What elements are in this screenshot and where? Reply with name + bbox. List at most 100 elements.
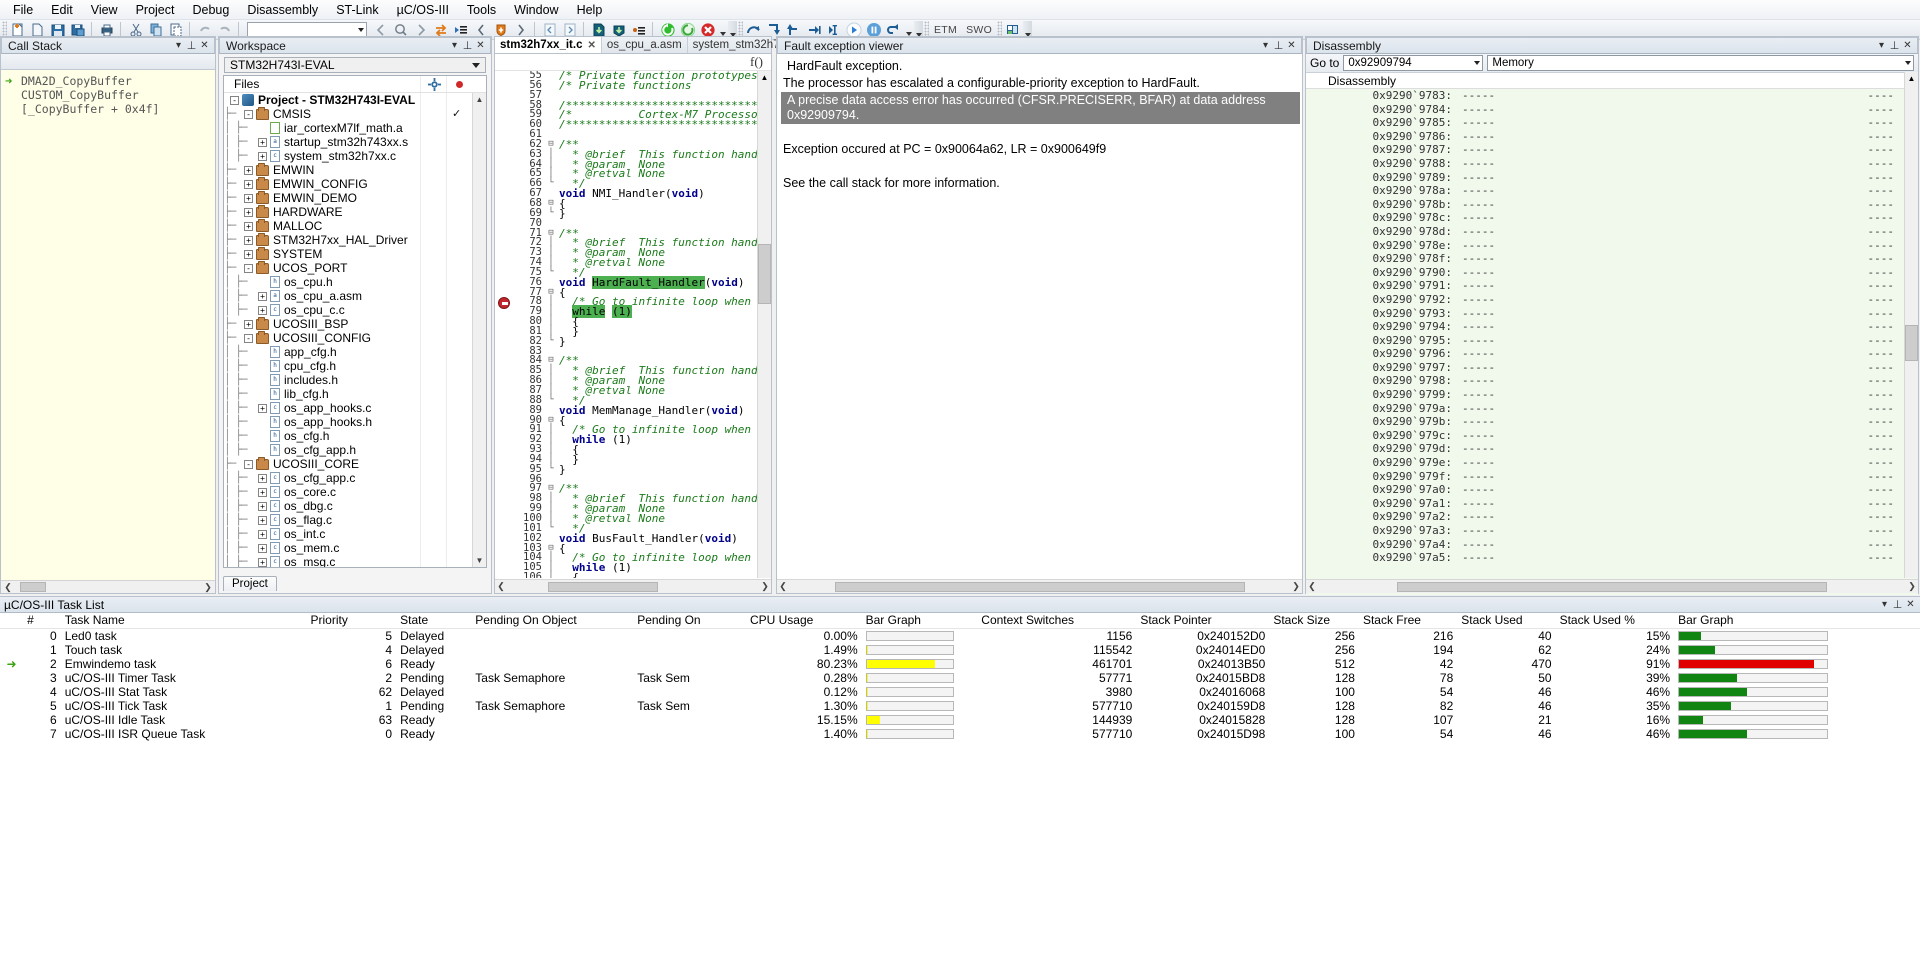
memory-zone-select[interactable]: Memory: [1487, 55, 1914, 71]
collapse-toggle-icon[interactable]: -: [244, 333, 253, 343]
disassembly-row[interactable]: 0x9290`978b: ----- ----: [1306, 198, 1918, 212]
fault-viewer-messages[interactable]: HardFault exception. The processor has es…: [777, 54, 1302, 192]
expand-toggle-icon[interactable]: +: [258, 403, 267, 413]
tree-item[interactable]: ├─ + SYSTEM: [224, 246, 472, 261]
task-row[interactable]: 0 Led0 task 5 Delayed 0.00% 1156 0x240152D0 256…: [0, 628, 1920, 643]
panel-menu-icon[interactable]: ▾: [172, 39, 185, 52]
workspace-vscrollbar[interactable]: ▲ ▼: [472, 93, 486, 567]
gear-icon[interactable]: [428, 78, 441, 94]
tree-item[interactable]: ├─ - UCOSIII_CONFIG: [224, 330, 472, 345]
go-to-function-button[interactable]: f(): [750, 54, 763, 70]
scroll-left-icon[interactable]: ❮: [2, 582, 14, 593]
panel-menu-icon[interactable]: ▾: [1878, 598, 1891, 611]
tree-item[interactable]: │ ├─ h os_app_hooks.h: [224, 415, 472, 429]
expand-toggle-icon[interactable]: +: [244, 319, 253, 329]
expand-toggle-icon[interactable]: +: [258, 529, 267, 539]
breakpoint-icon[interactable]: [498, 296, 510, 309]
tree-item[interactable]: ├─ + UCOSIII_BSP: [224, 316, 472, 331]
fault-message-selected[interactable]: A precise data access error has occurred…: [781, 92, 1300, 124]
tree-item[interactable]: │ ├─ h cpu_cfg.h: [224, 359, 472, 373]
fault-viewer-hscrollbar[interactable]: ❮ ❯: [777, 579, 1302, 593]
disassembly-row[interactable]: 0x9290`9787: ----- ----: [1306, 143, 1918, 157]
tree-item[interactable]: │ ├─ + c os_dbg.c: [224, 499, 472, 513]
tree-item[interactable]: │ ├─ + c system_stm32h7xx.c: [224, 149, 472, 163]
tree-item[interactable]: │ ├─ h includes.h: [224, 373, 472, 387]
disassembly-row[interactable]: 0x9290`978c: ----- ----: [1306, 211, 1918, 225]
column-header-bar-graph[interactable]: Bar Graph: [1674, 613, 1920, 629]
expand-toggle-icon[interactable]: +: [258, 487, 267, 497]
column-header-priority[interactable]: Priority: [306, 613, 397, 629]
tree-item[interactable]: ├─ + EMWIN_DEMO: [224, 190, 472, 205]
menu-item-window[interactable]: Window: [505, 1, 567, 19]
workspace-file-tree[interactable]: - Project - STM32H743I-EVAL ├─ - CMSIS │ ├─ ia…: [224, 93, 472, 567]
column-header-bar-graph[interactable]: Bar Graph: [861, 613, 978, 629]
editor-hscrollbar[interactable]: ❮ ❯: [495, 579, 771, 593]
disassembly-row[interactable]: 0x9290`979f: ----- ----: [1306, 470, 1918, 484]
disassembly-rows[interactable]: 0x9290`9783: ----- ---- 0x9290`9784: ----- --…: [1306, 89, 1918, 595]
disassembly-row[interactable]: 0x9290`9792: ----- ----: [1306, 293, 1918, 307]
tree-item[interactable]: │ ├─ h app_cfg.h: [224, 345, 472, 359]
tree-item[interactable]: │ ├─ + c os_msg.c: [224, 555, 472, 567]
scroll-up-icon[interactable]: ▲: [473, 93, 486, 106]
task-row[interactable]: 3 uC/OS-III Timer Task 2 Pending Task Semaph…: [0, 671, 1920, 685]
scroll-thumb[interactable]: [1905, 325, 1918, 361]
collapse-toggle-icon[interactable]: -: [244, 263, 253, 273]
disassembly-row[interactable]: 0x9290`979e: ----- ----: [1306, 456, 1918, 470]
menu-item-c-os-iii[interactable]: µC/OS-III: [388, 1, 458, 19]
disassembly-row[interactable]: 0x9290`9799: ----- ----: [1306, 388, 1918, 402]
disassembly-row[interactable]: 0x9290`9793: ----- ----: [1306, 307, 1918, 321]
swo-trace-button[interactable]: SWO: [962, 24, 996, 36]
disassembly-row[interactable]: 0x9290`9791: ----- ----: [1306, 279, 1918, 293]
disassembly-row[interactable]: 0x9290`97a2: ----- ----: [1306, 510, 1918, 524]
tree-item[interactable]: │ ├─ h os_cpu.h: [224, 275, 472, 289]
menu-item-tools[interactable]: Tools: [458, 1, 505, 19]
tree-item[interactable]: │ ├─ h os_cfg.h: [224, 429, 472, 443]
column-header-stack-used[interactable]: Stack Used: [1457, 613, 1556, 629]
expand-toggle-icon[interactable]: +: [258, 305, 267, 315]
task-row[interactable]: 5 uC/OS-III Tick Task 1 Pending Task Semapho…: [0, 699, 1920, 713]
disassembly-row[interactable]: 0x9290`9783: ----- ----: [1306, 89, 1918, 103]
disassembly-row[interactable]: 0x9290`978e: ----- ----: [1306, 239, 1918, 253]
call-stack-frame[interactable]: [_CopyBuffer + 0x4f]: [1, 102, 215, 116]
disassembly-row[interactable]: 0x9290`9784: ----- ----: [1306, 103, 1918, 117]
expand-toggle-icon[interactable]: +: [258, 473, 267, 483]
expand-toggle-icon[interactable]: +: [258, 543, 267, 553]
menu-item-edit[interactable]: Edit: [42, 1, 82, 19]
panel-menu-icon[interactable]: ▾: [448, 39, 461, 52]
scroll-thumb[interactable]: [20, 582, 46, 592]
breakpoint-gutter[interactable]: [495, 71, 513, 578]
tree-item[interactable]: │ ├─ + c os_cpu_c.c: [224, 303, 472, 317]
fault-message[interactable]: HardFault exception.: [781, 58, 1300, 75]
tree-item[interactable]: ├─ + EMWIN: [224, 162, 472, 177]
menu-item-st-link[interactable]: ST-Link: [327, 1, 387, 19]
editor-tab-stm32h7xx-it-c[interactable]: stm32h7xx_it.c ✕: [495, 37, 602, 53]
expand-toggle-icon[interactable]: +: [244, 165, 253, 175]
tree-item[interactable]: ├─ - UCOSIII_CORE: [224, 456, 472, 471]
close-icon[interactable]: ✕: [1901, 39, 1914, 52]
scroll-thumb[interactable]: [1397, 581, 1827, 592]
scroll-up-icon[interactable]: ▲: [758, 71, 771, 84]
close-icon[interactable]: ✕: [474, 39, 487, 52]
collapse-toggle-icon[interactable]: -: [244, 459, 253, 469]
task-row[interactable]: 1 Touch task 4 Delayed 1.49% 115542 0x24014ED0…: [0, 643, 1920, 657]
tree-item[interactable]: │ ├─ + c os_cfg_app.c: [224, 471, 472, 485]
column-header-[interactable]: #: [23, 613, 61, 629]
collapse-toggle-icon[interactable]: -: [244, 109, 253, 119]
column-header-stack-pointer[interactable]: Stack Pointer: [1136, 613, 1270, 629]
disassembly-row[interactable]: 0x9290`9797: ----- ----: [1306, 361, 1918, 375]
menu-item-debug[interactable]: Debug: [183, 1, 238, 19]
column-header-stack-size[interactable]: Stack Size: [1269, 613, 1359, 629]
scroll-right-icon[interactable]: ❯: [1290, 581, 1302, 592]
pin-icon[interactable]: ⊥: [185, 39, 198, 52]
fault-message[interactable]: Exception occured at PC = 0x90064a62, LR…: [781, 141, 1300, 158]
expand-toggle-icon[interactable]: +: [258, 137, 267, 147]
close-icon[interactable]: ✕: [198, 39, 211, 52]
tree-item[interactable]: │ ├─ h lib_cfg.h: [224, 387, 472, 401]
disassembly-row[interactable]: 0x9290`978a: ----- ----: [1306, 184, 1918, 198]
column-header-stack-used[interactable]: Stack Used %: [1555, 613, 1675, 629]
tree-item[interactable]: │ ├─ + c os_mem.c: [224, 541, 472, 555]
expand-toggle-icon[interactable]: +: [258, 291, 267, 301]
disassembly-row[interactable]: 0x9290`9796: ----- ----: [1306, 347, 1918, 361]
editor-vscrollbar[interactable]: ▲: [757, 71, 771, 578]
menu-item-file[interactable]: File: [4, 1, 42, 19]
